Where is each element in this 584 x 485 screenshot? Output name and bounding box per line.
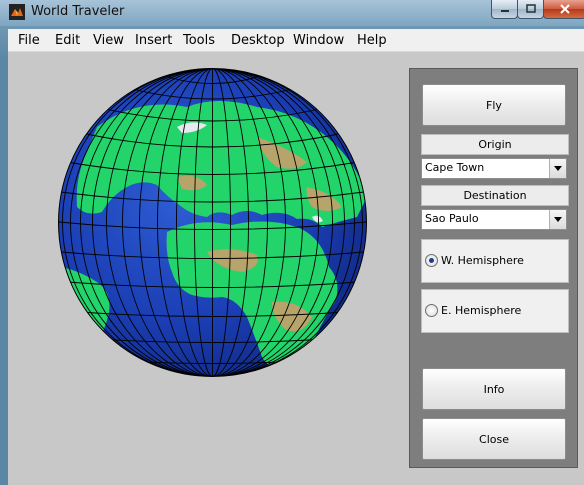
fly-button[interactable]: Fly: [422, 84, 566, 126]
menu-tools[interactable]: Tools: [183, 33, 215, 48]
maximize-icon: [525, 4, 536, 13]
control-panel: Fly Origin Cape Town Destination Sao Pau…: [409, 68, 578, 468]
east-hemisphere-radio[interactable]: [425, 304, 438, 317]
origin-dropdown-arrow[interactable]: [549, 159, 566, 178]
menu-help[interactable]: Help: [357, 33, 387, 48]
info-button[interactable]: Info: [422, 368, 566, 410]
origin-label: Origin: [421, 134, 569, 155]
origin-select[interactable]: Cape Town: [421, 158, 567, 179]
destination-dropdown-arrow[interactable]: [549, 210, 566, 229]
madagascar-landmass: [333, 312, 346, 344]
close-button[interactable]: Close: [422, 418, 566, 460]
close-window-button[interactable]: [543, 0, 584, 19]
west-hemisphere-radio[interactable]: [425, 254, 438, 267]
radio-selected-dot: [429, 258, 434, 263]
minimize-icon: [500, 10, 509, 12]
destination-label: Destination: [421, 185, 569, 206]
east-hemisphere-label: E. Hemisphere: [441, 304, 522, 317]
globe-plot[interactable]: [57, 67, 368, 378]
chevron-down-icon: [554, 217, 562, 222]
close-icon: [559, 4, 570, 14]
east-hemisphere-option[interactable]: E. Hemisphere: [421, 289, 569, 333]
matlab-icon: [9, 4, 25, 20]
menu-window[interactable]: Window: [293, 33, 344, 48]
menu-desktop[interactable]: Desktop: [231, 33, 285, 48]
menu-insert[interactable]: Insert: [135, 33, 172, 48]
menu-bar: File Edit View Insert Tools Desktop Wind…: [8, 29, 584, 52]
minimize-button[interactable]: [491, 0, 518, 19]
maximize-button[interactable]: [517, 0, 544, 19]
destination-value: Sao Paulo: [425, 212, 479, 225]
window-title: World Traveler: [31, 4, 125, 19]
menu-file[interactable]: File: [18, 33, 40, 48]
app-window: World Traveler File Edit View Insert Too…: [0, 0, 584, 485]
chevron-down-icon: [554, 166, 562, 171]
origin-value: Cape Town: [425, 161, 485, 174]
menu-view[interactable]: View: [93, 33, 124, 48]
title-bar[interactable]: World Traveler: [0, 0, 584, 26]
destination-select[interactable]: Sao Paulo: [421, 209, 567, 230]
menu-edit[interactable]: Edit: [55, 33, 80, 48]
west-hemisphere-option[interactable]: W. Hemisphere: [421, 239, 569, 283]
west-hemisphere-label: W. Hemisphere: [441, 254, 524, 267]
